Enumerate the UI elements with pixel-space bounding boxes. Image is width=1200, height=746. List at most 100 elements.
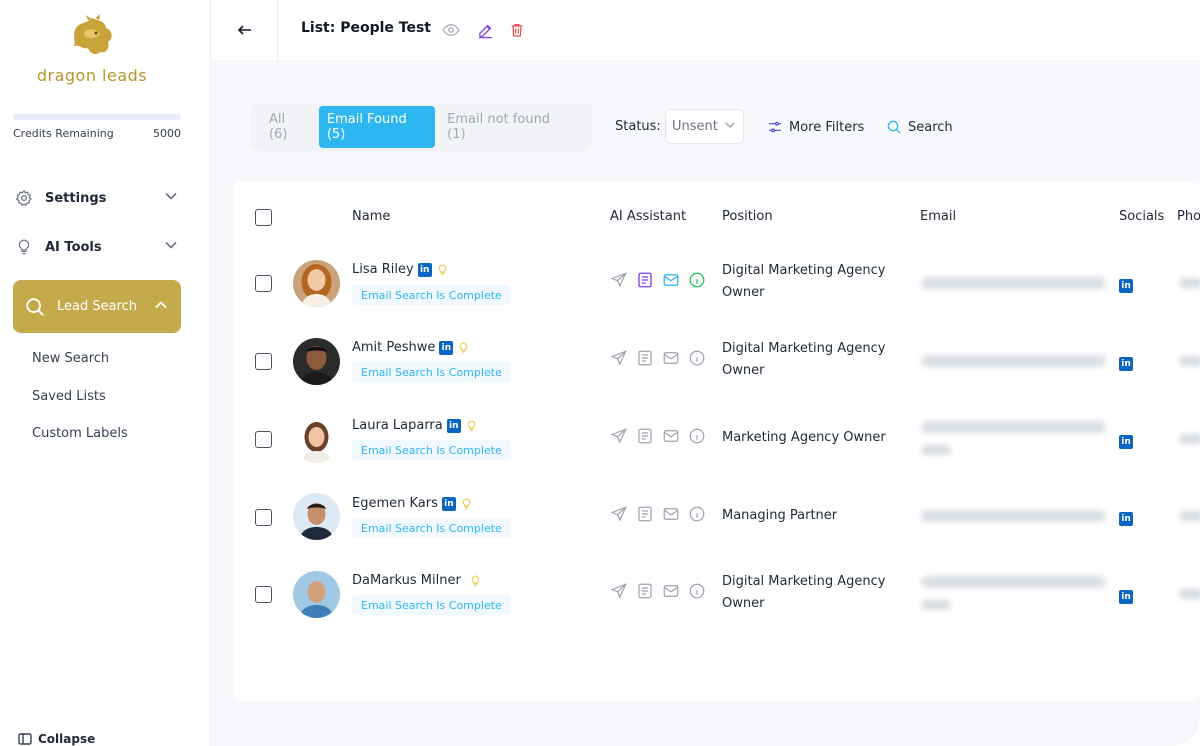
top-header: List: People Test xyxy=(211,0,1200,62)
collapse-label: Collapse xyxy=(38,732,96,746)
linkedin-icon[interactable]: in xyxy=(441,496,456,511)
chevron-up-icon xyxy=(154,298,168,316)
sidebar-item-label: Lead Search xyxy=(57,299,138,314)
row-checkbox[interactable] xyxy=(255,353,272,370)
lightbulb-icon[interactable] xyxy=(465,419,478,433)
info-icon[interactable] xyxy=(687,504,707,524)
sidebar-item-ai-tools[interactable]: AI Tools xyxy=(13,230,181,264)
credits-value: 5000 xyxy=(153,127,181,140)
person-name-text: Egemen Kars xyxy=(352,496,438,511)
status-select[interactable]: Unsent xyxy=(665,109,744,144)
linkedin-icon[interactable]: in xyxy=(417,262,432,277)
search-button[interactable]: Search xyxy=(886,119,953,135)
send-icon[interactable] xyxy=(609,581,629,601)
email-value-blurred[interactable] xyxy=(921,576,1106,588)
arrow-left-icon xyxy=(237,25,251,35)
avatar xyxy=(293,571,340,618)
linkedin-icon[interactable]: in xyxy=(1119,435,1133,449)
avatar xyxy=(293,338,340,385)
lightbulb-icon[interactable] xyxy=(436,263,449,277)
position-text: Digital Marketing Agency Owner xyxy=(722,574,886,611)
main-content: All (6) Email Found (5) Email not found … xyxy=(211,63,1200,746)
view-button[interactable] xyxy=(441,20,461,40)
email-value-blurred[interactable] xyxy=(921,355,1106,367)
linkedin-icon[interactable]: in xyxy=(1119,590,1133,604)
credits-row: Credits Remaining 5000 xyxy=(13,127,181,140)
document-icon[interactable] xyxy=(635,426,655,446)
info-icon[interactable] xyxy=(687,581,707,601)
mail-icon[interactable] xyxy=(661,581,681,601)
lightbulb-icon[interactable] xyxy=(460,497,473,511)
document-icon[interactable] xyxy=(635,504,655,524)
collapse-button[interactable]: Collapse xyxy=(18,732,95,746)
send-icon[interactable] xyxy=(609,504,629,524)
tab-email-found[interactable]: Email Found (5) xyxy=(318,106,436,148)
document-icon[interactable] xyxy=(635,348,655,368)
brand-logo[interactable]: dragon leads xyxy=(34,14,150,94)
email-value-blurred[interactable] xyxy=(921,421,1106,433)
person-name[interactable]: Lisa Riley in xyxy=(352,262,449,277)
mail-icon[interactable] xyxy=(661,504,681,524)
email-value-blurred[interactable] xyxy=(921,277,1106,289)
info-icon[interactable] xyxy=(687,426,707,446)
linkedin-icon[interactable]: in xyxy=(1119,357,1133,371)
eye-icon xyxy=(442,24,460,36)
linkedin-icon[interactable]: in xyxy=(439,340,454,355)
more-filters-label: More Filters xyxy=(789,119,865,135)
avatar xyxy=(293,493,340,540)
person-name-text: Amit Peshwe xyxy=(352,340,436,355)
status-select-value: Unsent xyxy=(672,119,718,134)
send-icon[interactable] xyxy=(609,426,629,446)
edit-button[interactable] xyxy=(475,20,495,40)
phone-value-blurred xyxy=(1179,278,1200,288)
document-icon[interactable] xyxy=(635,270,655,290)
email-value-blurred[interactable] xyxy=(921,510,1106,522)
send-icon[interactable] xyxy=(609,270,629,290)
mail-icon[interactable] xyxy=(661,270,681,290)
linkedin-icon[interactable]: in xyxy=(1119,279,1133,293)
info-icon[interactable] xyxy=(687,348,707,368)
lightbulb-icon[interactable] xyxy=(457,341,470,355)
person-name[interactable]: Laura Laparra in xyxy=(352,418,478,433)
search-label: Search xyxy=(908,119,953,135)
row-checkbox[interactable] xyxy=(255,275,272,292)
sidebar-item-lead-search[interactable]: Lead Search xyxy=(13,280,181,333)
phone-value-blurred xyxy=(1179,356,1200,366)
row-checkbox[interactable] xyxy=(255,509,272,526)
dragon-logo-icon xyxy=(74,14,112,55)
sidebar-subitem-new-search[interactable]: New Search xyxy=(32,351,109,366)
person-name[interactable]: DaMarkus Milner xyxy=(352,573,482,588)
lightbulb-icon[interactable] xyxy=(469,574,482,588)
send-icon[interactable] xyxy=(609,348,629,368)
more-filters-button[interactable]: More Filters xyxy=(767,119,864,135)
sidebar-subitem-saved-lists[interactable]: Saved Lists xyxy=(32,389,106,404)
mail-icon[interactable] xyxy=(661,426,681,446)
column-header-email[interactable]: Email xyxy=(920,209,956,224)
document-icon[interactable] xyxy=(635,581,655,601)
ai-assistant-actions xyxy=(609,581,713,601)
page-title: List: People Test xyxy=(301,20,431,36)
linkedin-icon[interactable]: in xyxy=(446,418,461,433)
column-header-position[interactable]: Position xyxy=(722,209,773,224)
status-badge: Email Search Is Complete xyxy=(352,440,511,460)
search-icon xyxy=(886,119,902,135)
person-name-text: Lisa Riley xyxy=(352,262,414,277)
sidebar-subitem-custom-labels[interactable]: Custom Labels xyxy=(32,426,128,441)
email-value-blurred-line2 xyxy=(921,445,951,455)
sidebar-item-settings[interactable]: Settings xyxy=(13,181,181,215)
select-all-checkbox[interactable] xyxy=(255,209,272,226)
delete-button[interactable] xyxy=(507,20,527,40)
mail-icon[interactable] xyxy=(661,348,681,368)
tab-email-not-found[interactable]: Email not found (1) xyxy=(439,106,578,148)
row-checkbox[interactable] xyxy=(255,431,272,448)
row-checkbox[interactable] xyxy=(255,586,272,603)
info-icon[interactable] xyxy=(687,270,707,290)
tab-all[interactable]: All (6) xyxy=(261,106,315,148)
linkedin-icon[interactable]: in xyxy=(1119,512,1133,526)
person-name[interactable]: Amit Peshwe in xyxy=(352,340,470,355)
column-header-name[interactable]: Name xyxy=(352,209,390,224)
person-name[interactable]: Egemen Kars in xyxy=(352,496,473,511)
pencil-icon xyxy=(478,24,492,38)
back-button[interactable] xyxy=(233,18,257,42)
avatar xyxy=(293,260,340,307)
